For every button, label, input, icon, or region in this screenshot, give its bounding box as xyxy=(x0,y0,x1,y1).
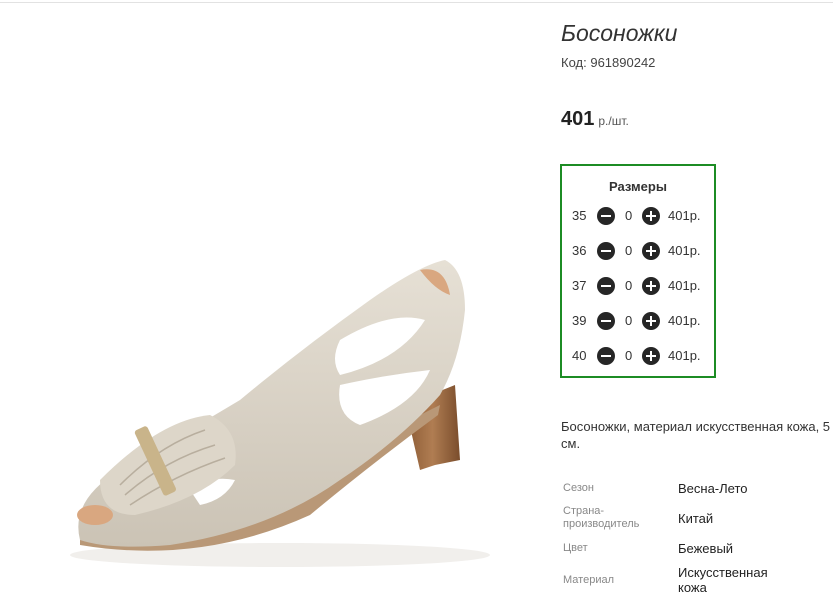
sizes-panel: Размеры 35 0 401р. 36 0 401р. 37 0 401р.… xyxy=(560,164,716,378)
product-description: Босоножки, материал искусственная кожа, … xyxy=(561,419,831,451)
increase-quantity-button[interactable] xyxy=(642,277,660,295)
increase-quantity-button[interactable] xyxy=(642,312,660,330)
top-divider xyxy=(0,2,833,3)
size-row: 40 0 401р. xyxy=(572,346,712,366)
size-value: 37 xyxy=(572,278,587,293)
property-label-country: Страна-производитель xyxy=(563,505,640,530)
size-price: 401р. xyxy=(668,348,701,363)
property-label-material: Материал xyxy=(563,574,614,586)
increase-quantity-button[interactable] xyxy=(642,242,660,260)
sizes-title: Размеры xyxy=(609,179,667,194)
product-price: 401 р./шт. xyxy=(561,108,629,131)
size-price: 401р. xyxy=(668,278,701,293)
size-value: 35 xyxy=(572,208,587,223)
quantity-value: 0 xyxy=(625,313,633,328)
size-row: 35 0 401р. xyxy=(572,206,712,226)
product-code-value: 961890242 xyxy=(590,55,656,70)
decrease-quantity-button[interactable] xyxy=(597,207,615,225)
increase-quantity-button[interactable] xyxy=(642,207,660,225)
price-value: 401 xyxy=(561,108,595,130)
decrease-quantity-button[interactable] xyxy=(597,347,615,365)
quantity-value: 0 xyxy=(625,243,633,258)
property-label-season: Сезон xyxy=(563,482,594,494)
property-value-color: Бежевый xyxy=(678,541,734,556)
decrease-quantity-button[interactable] xyxy=(597,277,615,295)
property-value-country: Китай xyxy=(678,511,714,526)
product-image xyxy=(70,260,490,567)
product-code: Код: 961890242 xyxy=(561,55,655,70)
size-value: 40 xyxy=(572,348,587,363)
size-price: 401р. xyxy=(668,313,701,328)
size-value: 36 xyxy=(572,243,587,258)
property-label-color: Цвет xyxy=(563,542,588,554)
size-price: 401р. xyxy=(668,208,701,223)
quantity-value: 0 xyxy=(625,348,633,363)
increase-quantity-button[interactable] xyxy=(642,347,660,365)
decrease-quantity-button[interactable] xyxy=(597,242,615,260)
size-row: 37 0 401р. xyxy=(572,276,712,296)
property-value-material: Искусственная кожа xyxy=(678,565,768,595)
size-row: 39 0 401р. xyxy=(572,311,712,331)
size-value: 39 xyxy=(572,313,587,328)
price-unit: р./шт. xyxy=(598,114,629,128)
property-value-season: Весна-Лето xyxy=(678,481,748,496)
quantity-value: 0 xyxy=(625,278,633,293)
size-row: 36 0 401р. xyxy=(572,241,712,261)
decrease-quantity-button[interactable] xyxy=(597,312,615,330)
quantity-value: 0 xyxy=(625,208,633,223)
size-price: 401р. xyxy=(668,243,701,258)
product-title: Босоножки xyxy=(561,20,678,46)
product-code-label: Код: xyxy=(561,55,587,70)
